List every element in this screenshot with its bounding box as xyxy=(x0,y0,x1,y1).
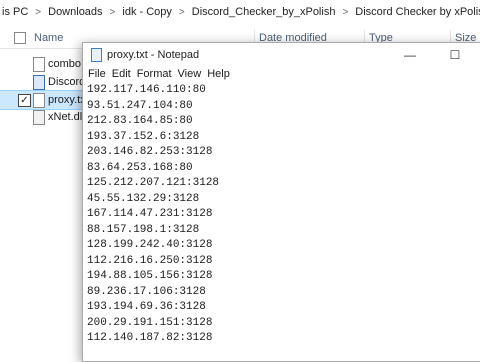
text-line: 88.157.198.1:3128 xyxy=(87,223,200,236)
text-line: 167.114.47.231:3128 xyxy=(87,208,213,220)
breadcrumb-downloads[interactable]: Downloads xyxy=(46,6,104,18)
minimize-button[interactable]: — xyxy=(390,45,430,65)
menu-file[interactable]: File xyxy=(83,67,109,80)
text-line: 83.64.253.168:80 xyxy=(87,161,193,174)
text-line: 125.212.207.121:3128 xyxy=(87,177,220,189)
file-name: xNet.dll xyxy=(48,111,85,123)
text-line: 203.146.82.253:3128 xyxy=(87,146,213,158)
text-line: 112.140.187.82:3128 xyxy=(87,332,213,344)
breadcrumb: is PC > Downloads > idk - Copy > Discord… xyxy=(0,0,480,24)
notepad-window[interactable]: proxy.txt - Notepad — ☐ File Edit Format Vi… xyxy=(82,42,480,362)
file-row-proxy[interactable]: ✓ proxy.txt xyxy=(0,90,89,110)
chevron-right-icon[interactable]: > xyxy=(30,7,46,18)
menu-edit[interactable]: Edit xyxy=(109,67,134,80)
text-line: 193.194.69.36:3128 xyxy=(87,301,206,313)
text-line: 128.199.242.40:3128 xyxy=(87,239,213,251)
maximize-button[interactable]: ☐ xyxy=(435,45,475,65)
text-line: 112.216.16.250:3128 xyxy=(87,254,213,267)
text-file-icon xyxy=(33,93,45,108)
breadcrumb-this-pc[interactable]: is PC xyxy=(0,6,30,18)
select-all-checkbox[interactable] xyxy=(14,32,26,44)
text-line: 45.55.132.29:3128 xyxy=(87,192,200,205)
window-title: proxy.txt - Notepad xyxy=(107,49,200,61)
text-line: 93.51.247.104:80 xyxy=(87,99,193,112)
text-editor-area[interactable]: 192.117.146.110:80 93.51.247.104:80 212.… xyxy=(87,83,475,359)
menu-bar: File Edit Format View Help xyxy=(83,67,480,83)
text-line: 212.83.164.85:80 xyxy=(87,115,193,127)
column-header-name[interactable]: Name xyxy=(34,32,63,44)
application-icon xyxy=(33,75,45,90)
dll-file-icon xyxy=(33,110,45,125)
breadcrumb-current-folder[interactable]: Discord Checker by xPolish xyxy=(353,6,480,18)
notepad-icon xyxy=(91,48,102,62)
file-name: Discord xyxy=(48,76,86,88)
text-line: 89.236.17.106:3128 xyxy=(87,285,206,298)
text-line: 193.37.152.6:3128 xyxy=(87,130,200,143)
text-line: 200.29.191.151:3128 xyxy=(87,316,213,329)
breadcrumb-idk-copy[interactable]: idk - Copy xyxy=(120,6,174,18)
menu-help[interactable]: Help xyxy=(204,67,233,80)
chevron-right-icon[interactable]: > xyxy=(174,7,190,18)
menu-format[interactable]: Format xyxy=(134,67,175,80)
chevron-right-icon[interactable]: > xyxy=(337,7,353,18)
text-line: 192.117.146.110:80 xyxy=(87,84,206,96)
breadcrumb-discord-checker-folder[interactable]: Discord_Checker_by_xPolish xyxy=(190,6,338,18)
notepad-title-bar[interactable]: proxy.txt - Notepad — ☐ xyxy=(83,43,480,67)
row-checkbox-checked[interactable]: ✓ xyxy=(18,94,31,107)
text-file-icon xyxy=(33,57,45,72)
chevron-right-icon[interactable]: > xyxy=(105,7,121,18)
text-line: 194.88.105.156:3128 xyxy=(87,270,213,282)
menu-view[interactable]: View xyxy=(175,67,205,80)
